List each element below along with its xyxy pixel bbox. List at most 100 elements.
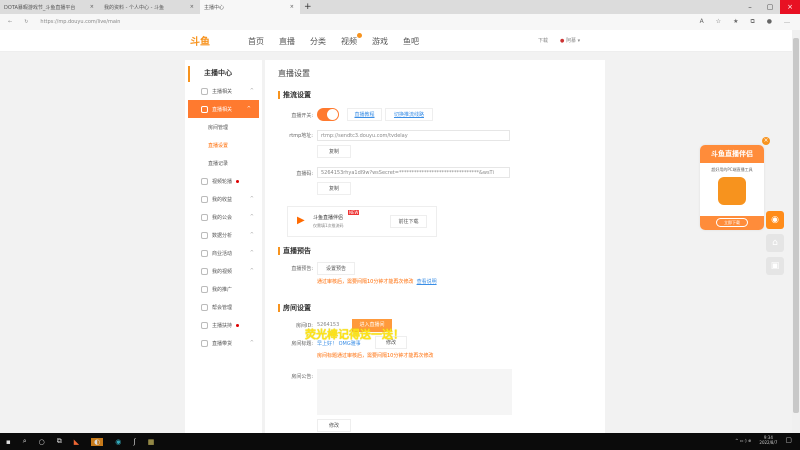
app-icon[interactable]: ▦ <box>148 438 155 446</box>
stream-code-field[interactable]: 5264153rhya1dl9w?wsSecret=**************… <box>317 167 510 178</box>
promo-subtitle: 仅需填1次推流码 <box>313 223 344 228</box>
section-notice: 直播预告 <box>278 247 311 255</box>
sidebar-item[interactable]: 主播相关 ^ <box>185 82 262 100</box>
menu-icon <box>201 321 208 329</box>
nav-fishbar[interactable]: 鱼吧 <box>403 36 419 47</box>
sidebar-item[interactable]: 主播扶持 <box>185 316 262 334</box>
companion-float-ad[interactable]: 斗鱼直播伴侣 超好用的PC端直播工具 立即下载 <box>700 145 764 230</box>
menu-icon <box>201 267 208 275</box>
menu-icon <box>201 177 208 185</box>
chevron-up-icon: ^ <box>249 250 254 256</box>
back-icon[interactable]: ← <box>8 19 12 25</box>
sidebar-item-label: 我的收益 <box>212 196 233 203</box>
collections-icon[interactable]: ⧉ <box>750 18 754 26</box>
copy-code-button[interactable]: 复制 <box>317 182 351 195</box>
profile-icon[interactable]: ● <box>767 18 772 26</box>
cortana-icon[interactable]: ○ <box>39 438 45 446</box>
notification-icon[interactable]: ▢ <box>785 436 792 444</box>
copy-rtmp-button[interactable]: 复制 <box>317 145 351 158</box>
menu-icon <box>201 231 208 239</box>
site-header: 斗鱼 首页 直播 分类 视频 游戏 鱼吧 下载 ● 阿慕 ▾ <box>0 30 792 52</box>
overlay-text: 荧光棒记得送一送！ <box>305 328 404 341</box>
restore-button[interactable]: ▢ <box>760 0 780 14</box>
rtmp-field[interactable]: rtmp://sendtc3.douyu.com/tvdelay <box>317 130 510 141</box>
download-now-button[interactable]: 立即下载 <box>716 218 748 227</box>
nav-home[interactable]: 首页 <box>248 36 264 47</box>
edit-announce-button[interactable]: 修改 <box>317 419 351 432</box>
tray-icons[interactable]: ^ ▭ ◊ ⊕ <box>735 438 751 443</box>
favorite-icon[interactable]: ☆ <box>716 18 721 26</box>
douyu-logo[interactable]: 斗鱼 <box>190 33 210 48</box>
sidebar-item-label: 房间管理 <box>208 124 229 131</box>
live-switch-toggle[interactable] <box>317 108 339 121</box>
new-tab-button[interactable]: + <box>304 2 312 12</box>
live-icon[interactable]: ◉ <box>766 211 784 229</box>
tab-anchor-center[interactable]: 主播中心 × <box>200 0 300 14</box>
tab-bar: DOTA暴暇游戏节_斗鱼直播平台 × 我的资料 - 个人中心 - 斗鱼 × 主播中心… <box>0 0 800 14</box>
clock-date[interactable]: 2022/8/7 <box>759 440 777 445</box>
sidebar-item[interactable]: 直播相关 ^ <box>188 100 259 118</box>
windows-start-icon[interactable]: ▪ <box>6 438 11 446</box>
code-label: 直播码: <box>296 171 313 177</box>
sidebar-item[interactable]: 直播带货 ^ <box>185 334 262 352</box>
sidebar-item[interactable]: 帮会管理 <box>185 298 262 316</box>
sidebar-item-label: 主播相关 <box>212 88 233 95</box>
sidebar-item[interactable]: 我的推广 <box>185 280 262 298</box>
tab-profile[interactable]: 我的资料 - 个人中心 - 斗鱼 × <box>100 0 200 14</box>
edge-icon[interactable]: ◉ <box>115 438 121 446</box>
badge-icon <box>357 33 362 38</box>
switch-line-link[interactable]: 切换推流线路 <box>394 112 424 118</box>
robot-icon[interactable]: ▣ <box>766 257 784 275</box>
search-icon[interactable]: ⌕ <box>23 437 27 446</box>
set-notice-button[interactable]: 设置预告 <box>317 262 355 275</box>
sidebar-item[interactable]: 我的视频 ^ <box>185 262 262 280</box>
favorites-icon[interactable]: ★ <box>733 18 738 26</box>
sidebar-item-label: 我的公会 <box>212 214 233 221</box>
close-icon[interactable]: × <box>762 137 770 145</box>
sidebar: 主播中心 主播相关 ^ 直播相关 ^ 房间管理 直播设置 直播记录 视频轮播 我的收益 ^ 我的公会… <box>185 60 262 433</box>
more-icon[interactable]: … <box>784 18 790 26</box>
notice-warning: 通过审核后，需要间隔10分钟才能再次修改 查看说明 <box>317 278 437 285</box>
close-window-button[interactable]: × <box>780 0 800 14</box>
sidebar-item[interactable]: 商业活动 ^ <box>185 244 262 262</box>
user-menu[interactable]: ● 阿慕 ▾ <box>560 37 580 44</box>
app-icon[interactable]: ◣ <box>74 438 79 446</box>
nav-category[interactable]: 分类 <box>310 36 326 47</box>
read-aloud-icon[interactable]: A <box>700 18 704 26</box>
sidebar-item[interactable]: 视频轮播 <box>185 172 262 190</box>
sidebar-item-label: 直播记录 <box>208 160 229 167</box>
chevron-up-icon: ^ <box>246 106 251 112</box>
sidebar-item[interactable]: 数据分析 ^ <box>185 226 262 244</box>
address-bar: ← ↻ https://mp.douyu.com/live/main A ☆ ★ ⧉ ● … <box>0 14 800 30</box>
task-view-icon[interactable]: ⧉ <box>57 437 62 446</box>
refresh-icon[interactable]: ↻ <box>24 19 28 25</box>
sidebar-item[interactable]: 房间管理 <box>185 118 262 136</box>
float-title: 斗鱼直播伴侣 <box>700 145 764 163</box>
close-icon[interactable]: × <box>90 4 94 10</box>
announce-textarea[interactable] <box>317 369 512 415</box>
minimize-button[interactable]: – <box>740 0 760 14</box>
sidebar-item[interactable]: 我的收益 ^ <box>185 190 262 208</box>
view-explanation-link[interactable]: 查看说明 <box>417 279 437 285</box>
sidebar-item[interactable]: 直播记录 <box>185 154 262 172</box>
douyu-app-icon[interactable]: ◐ <box>91 437 104 446</box>
menu-icon <box>201 195 208 203</box>
sidebar-item-label: 数据分析 <box>212 232 233 239</box>
home-icon[interactable]: ⌂ <box>766 234 784 252</box>
sidebar-item[interactable]: 我的公会 ^ <box>185 208 262 226</box>
nav-video[interactable]: 视频 <box>341 33 362 47</box>
notice-label: 直播预告: <box>291 266 313 272</box>
close-icon[interactable]: × <box>290 4 294 10</box>
app-icon[interactable]: ʃ <box>133 438 135 446</box>
scrollbar[interactable] <box>792 30 800 433</box>
tutorial-link[interactable]: 直播教程 <box>354 112 374 118</box>
download-link[interactable]: 下载 <box>538 37 548 44</box>
nav-live[interactable]: 直播 <box>279 36 295 47</box>
sidebar-item[interactable]: 直播设置 <box>185 136 262 154</box>
go-download-button[interactable]: 前往下载 <box>390 215 427 228</box>
close-icon[interactable]: × <box>190 4 194 10</box>
url-input[interactable]: https://mp.douyu.com/live/main <box>40 19 120 25</box>
chevron-up-icon: ^ <box>249 88 254 94</box>
tab-dota[interactable]: DOTA暴暇游戏节_斗鱼直播平台 × <box>0 0 100 14</box>
nav-game[interactable]: 游戏 <box>372 36 388 47</box>
